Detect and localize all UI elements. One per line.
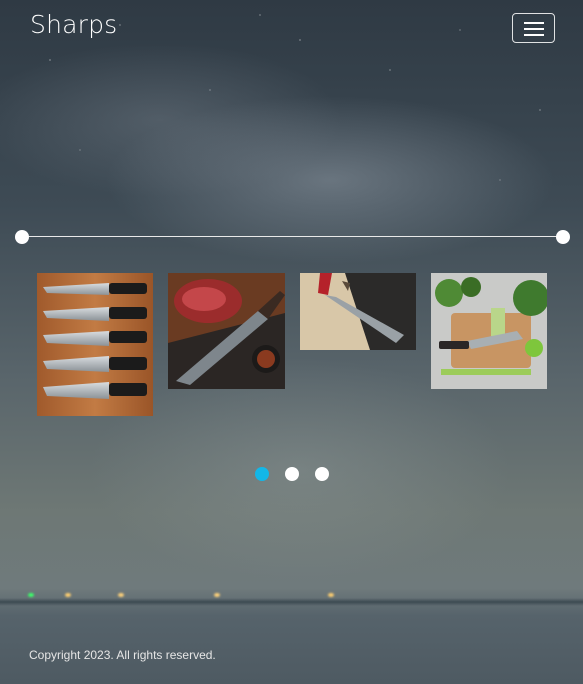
copyright-text: Copyright 2023. All rights reserved. [29,648,216,662]
gallery-image-knife-set[interactable] [37,273,153,416]
range-slider-end-handle[interactable] [556,230,570,244]
shore-light [214,593,220,597]
hamburger-menu-icon [524,22,544,24]
range-slider-track[interactable] [22,236,563,237]
gallery-image-red-handle-knife[interactable] [300,273,416,350]
brand-logo[interactable]: Sharps [30,10,117,39]
shore-light [65,593,71,597]
red-handle-knife-image [300,273,416,350]
gallery-image-steak-knife[interactable] [168,273,285,389]
gallery-image-vegetable-knife[interactable] [431,273,547,389]
shore-light [118,593,124,597]
shore-light [28,593,34,597]
navbar: Sharps [0,0,583,56]
ocean-horizon [0,598,583,606]
hamburger-menu-icon [524,34,544,36]
carousel-dot-2[interactable] [285,467,299,481]
carousel-dot-1[interactable] [255,467,269,481]
vegetable-knife-image [431,273,547,389]
steak-knife-image [168,273,285,389]
carousel-dot-3[interactable] [315,467,329,481]
range-slider-start-handle[interactable] [15,230,29,244]
hamburger-menu-icon [524,28,544,30]
knife-set-image [37,273,153,416]
shore-light [328,593,334,597]
menu-toggle-button[interactable] [512,13,555,43]
